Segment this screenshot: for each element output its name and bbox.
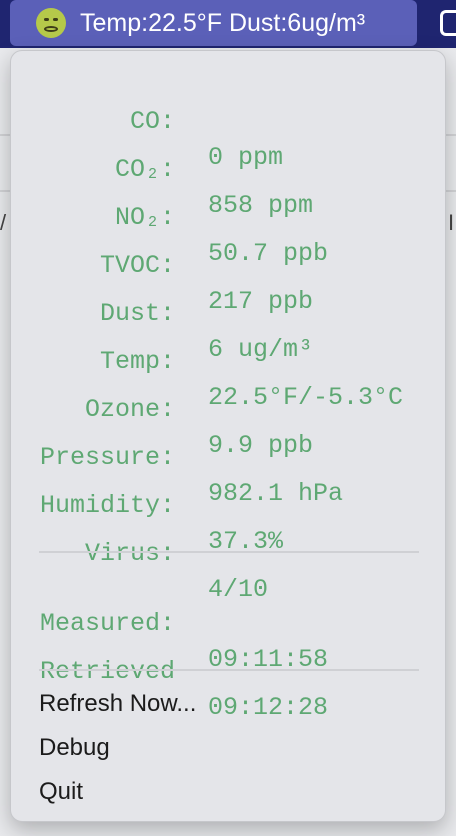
background-divider xyxy=(0,134,10,136)
measured-time: Measured: 09:11:58 xyxy=(11,570,445,674)
refresh-now-menu-item[interactable]: Refresh Now... xyxy=(11,684,445,724)
quit-menu-item[interactable]: Quit xyxy=(11,772,445,812)
menu-separator xyxy=(39,669,419,671)
background-divider xyxy=(446,190,456,192)
background-divider xyxy=(0,190,10,192)
background-text-fragment: I xyxy=(448,210,455,235)
reading-virus: Virus: 4/10 xyxy=(11,500,445,604)
background-text-fragment: / xyxy=(0,210,7,235)
reading-humidity: Humidity: 37.3% xyxy=(11,452,445,556)
reading-co2: CO₂: 858 ppm xyxy=(11,116,445,220)
debug-menu-item[interactable]: Debug xyxy=(11,728,445,768)
status-summary-text: Temp:22.5°F Dust:6ug/m³ xyxy=(80,8,366,37)
air-quality-dropdown-menu: CO: 0 ppm CO₂: 858 ppm NO₂: 50.7 ppb TVO… xyxy=(10,50,446,822)
background-divider xyxy=(446,134,456,136)
menu-bar: Temp:22.5°F Dust:6ug/m³ xyxy=(0,0,456,48)
reading-temp: Temp: 22.5°F/-5.3°C xyxy=(11,308,445,412)
reading-pressure: Pressure: 982.1 hPa xyxy=(11,404,445,508)
reading-co: CO: 0 ppm xyxy=(11,68,445,172)
nauseated-face-icon xyxy=(36,8,66,38)
menu-separator xyxy=(39,551,419,553)
reading-dust: Dust: 6 ug/m³ xyxy=(11,260,445,364)
reading-no2: NO₂: 50.7 ppb xyxy=(11,164,445,268)
reading-ozone: Ozone: 9.9 ppb xyxy=(11,356,445,460)
retrieved-time: Retrieved 09:12:28 xyxy=(11,618,445,722)
air-quality-status-item[interactable]: Temp:22.5°F Dust:6ug/m³ xyxy=(10,0,417,46)
reading-tvoc: TVOC: 217 ppb xyxy=(11,212,445,316)
reading-label: Virus: xyxy=(84,539,175,568)
menubar-app-icon[interactable] xyxy=(440,10,456,36)
